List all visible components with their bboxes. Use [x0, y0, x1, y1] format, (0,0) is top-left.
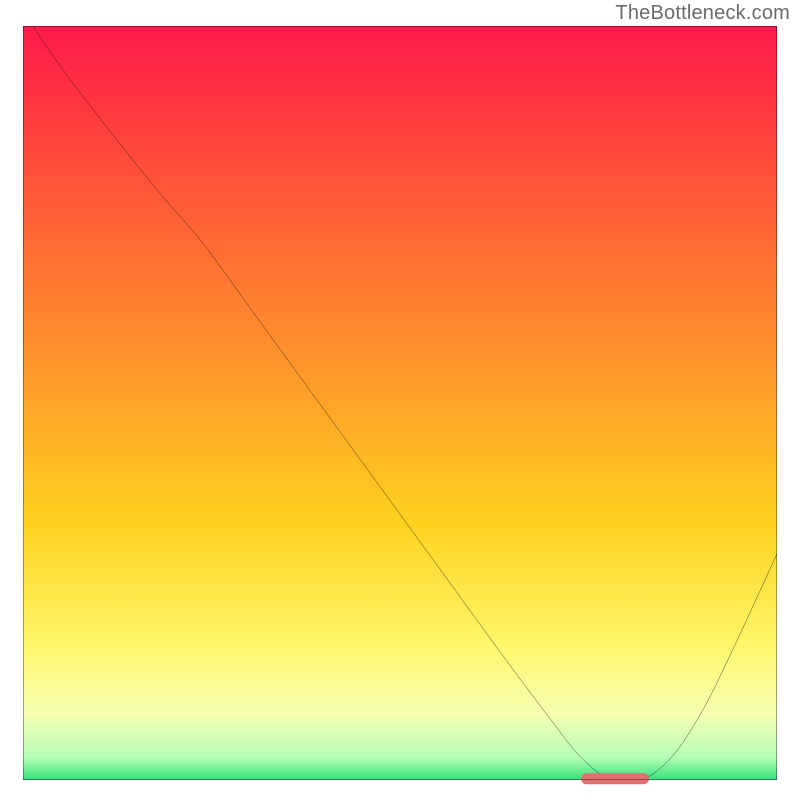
axes-border — [23, 26, 777, 780]
chart-container: TheBottleneck.com — [0, 0, 800, 800]
watermark-text: TheBottleneck.com — [615, 2, 790, 25]
plot-area — [23, 26, 777, 780]
